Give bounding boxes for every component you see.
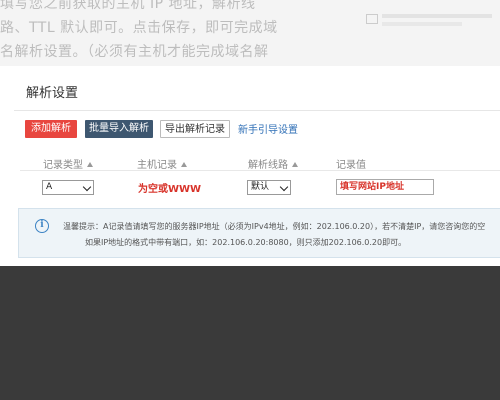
article-faded-figure bbox=[360, 8, 500, 38]
chevron-down-icon bbox=[82, 182, 92, 192]
record-value-input[interactable]: 填写网站IP地址 bbox=[336, 179, 434, 195]
article-line: 填写您之前获取的主机 IP 地址，解析线 bbox=[0, 0, 256, 12]
sort-up-icon bbox=[87, 162, 93, 167]
tip-text: 如果IP地址的格式中带有端口，如：202.106.0.20:8080，则只添加2… bbox=[85, 238, 407, 247]
sort-up-icon bbox=[292, 162, 298, 167]
article-text: 填写您之前获取的主机 IP 地址，解析线 路、TTL 默认即可。点击保存，即可完… bbox=[0, 0, 300, 64]
header-divider bbox=[20, 170, 500, 171]
record-type-select[interactable]: A bbox=[42, 180, 94, 195]
title-divider bbox=[14, 110, 500, 111]
faded-line bbox=[382, 14, 492, 18]
line-select[interactable]: 默认 bbox=[247, 180, 291, 195]
faded-icon bbox=[366, 14, 378, 24]
tip-text: 温馨提示：A记录值请填写您的服务器IP地址（必须为IPv4地址，例如：202.1… bbox=[63, 222, 486, 231]
line-value: 默认 bbox=[251, 182, 270, 192]
add-record-button[interactable]: 添加解析 bbox=[25, 120, 77, 138]
column-header-host[interactable]: 主机记录 bbox=[137, 156, 187, 171]
dark-backdrop bbox=[0, 266, 500, 400]
article-line: 路、TTL 默认即可。点击保存，即可完成域 bbox=[0, 20, 278, 36]
article-line: 名解析设置。（必须有主机才能完成域名解 bbox=[0, 44, 269, 60]
article-text-area: 填写您之前获取的主机 IP 地址，解析线 路、TTL 默认即可。点击保存，即可完… bbox=[0, 0, 500, 66]
info-icon: i bbox=[35, 219, 49, 233]
faded-line bbox=[382, 22, 462, 26]
column-header-line[interactable]: 解析线路 bbox=[248, 156, 298, 171]
tip-box: i 温馨提示：A记录值请填写您的服务器IP地址（必须为IPv4地址，例如：202… bbox=[18, 208, 500, 258]
panel-title: 解析设置 bbox=[26, 86, 79, 101]
sort-up-icon bbox=[181, 162, 187, 167]
column-header-record-type[interactable]: 记录类型 bbox=[43, 156, 93, 171]
chevron-down-icon bbox=[279, 182, 289, 192]
beginner-guide-link[interactable]: 新手引导设置 bbox=[238, 121, 298, 136]
host-record-hint[interactable]: 为空或WWW bbox=[138, 180, 201, 195]
record-type-value: A bbox=[46, 182, 53, 192]
dns-settings-panel: 解析设置 添加解析 批量导入解析 导出解析记录 新手引导设置 记录类型 主机记录… bbox=[0, 66, 500, 266]
column-header-value: 记录值 bbox=[336, 156, 366, 171]
bulk-import-button[interactable]: 批量导入解析 bbox=[85, 120, 153, 138]
export-records-button[interactable]: 导出解析记录 bbox=[160, 120, 230, 138]
